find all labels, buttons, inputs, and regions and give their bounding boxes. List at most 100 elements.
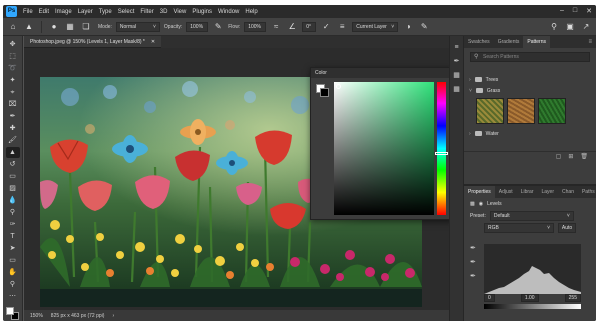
share-icon[interactable]: ↗ xyxy=(580,21,592,33)
saturation-brightness-field[interactable] xyxy=(334,82,434,215)
healing-icon[interactable]: ✚ xyxy=(6,123,20,134)
menu-filter[interactable]: Filter xyxy=(137,9,156,15)
pattern-group-grass[interactable]: ˅ Grass xyxy=(464,85,596,96)
tool-preset-icon[interactable]: ▲ xyxy=(23,21,35,33)
shape-icon[interactable]: ▭ xyxy=(6,255,20,266)
hue-slider[interactable] xyxy=(437,82,446,215)
brush-settings-icon[interactable]: ▦ xyxy=(64,21,76,33)
picker-background-swatch[interactable] xyxy=(320,88,329,97)
object-select-icon[interactable]: ✦ xyxy=(6,75,20,86)
input-gamma[interactable]: 1.00 xyxy=(520,294,539,302)
tab-channels[interactable]: Chan xyxy=(558,186,578,198)
zoom-icon[interactable]: ⚲ xyxy=(6,279,20,290)
more-icon[interactable]: ⋯ xyxy=(6,291,20,302)
menu-help[interactable]: Help xyxy=(242,9,260,15)
pattern-thumb[interactable] xyxy=(476,98,504,124)
gray-point-eyedropper-icon[interactable]: ✒ xyxy=(470,258,476,266)
foreground-color-swatch[interactable] xyxy=(5,307,14,315)
adjust-icon[interactable]: ▦ xyxy=(453,71,460,79)
crop-icon[interactable]: ⌖ xyxy=(6,87,20,98)
marquee-icon[interactable]: ⬚ xyxy=(6,51,20,62)
dodge-icon[interactable]: ⚲ xyxy=(6,207,20,218)
grid-icon[interactable]: ▦ xyxy=(453,85,460,93)
sample-dropdown[interactable]: Current Layer ˅ xyxy=(352,21,399,32)
tab-patterns[interactable]: Patterns xyxy=(523,36,550,48)
close-tab-icon[interactable]: ✕ xyxy=(151,39,155,45)
menu-layer[interactable]: Layer xyxy=(75,9,96,15)
tab-gradients[interactable]: Gradients xyxy=(494,36,524,48)
input-white[interactable]: 255 xyxy=(564,294,581,302)
chevron-down-icon[interactable]: ˅ xyxy=(469,88,472,94)
stamp-icon[interactable]: ▲ xyxy=(5,147,20,158)
menu-file[interactable]: File xyxy=(20,9,36,15)
menu-type[interactable]: Type xyxy=(96,9,115,15)
path-select-icon[interactable]: ➤ xyxy=(6,243,20,254)
airbrush-icon[interactable]: ≈ xyxy=(270,21,282,33)
opacity-field[interactable]: 100% xyxy=(186,21,209,32)
menu-icon[interactable]: ≡ xyxy=(454,44,458,51)
new-group-icon[interactable]: ▢ xyxy=(556,153,562,160)
color-swatches[interactable] xyxy=(5,307,20,321)
menu-3d[interactable]: 3D xyxy=(157,9,171,15)
tab-paths[interactable]: Paths xyxy=(578,186,596,198)
maximize-icon[interactable]: □ xyxy=(573,7,577,15)
channel-dropdown[interactable]: RGB ˅ xyxy=(484,223,554,233)
zoom-level[interactable]: 150% xyxy=(30,313,43,319)
pen-icon[interactable]: ✑ xyxy=(6,219,20,230)
menu-window[interactable]: Window xyxy=(215,9,242,15)
history-brush-icon[interactable]: ↺ xyxy=(6,159,20,170)
tab-layers[interactable]: Layer xyxy=(538,186,559,198)
clone-source-icon[interactable]: ❏ xyxy=(80,21,92,33)
brush-icon[interactable]: 🖌 xyxy=(6,135,20,146)
close-icon[interactable]: ✕ xyxy=(586,7,592,15)
tab-adjust[interactable]: Adjust xyxy=(495,186,517,198)
output-levels-gradient[interactable] xyxy=(484,304,581,309)
tab-swatches[interactable]: Swatches xyxy=(464,36,494,48)
menu-image[interactable]: Image xyxy=(52,9,75,15)
pressure-size-icon[interactable]: ✎ xyxy=(418,21,430,33)
pattern-group-water[interactable]: › Water xyxy=(464,128,596,139)
document-tab[interactable]: Photoshop.jpeg @ 150% (Levels 1, Layer M… xyxy=(24,36,162,48)
chevron-right-icon[interactable]: › xyxy=(469,77,471,83)
pattern-thumb[interactable] xyxy=(507,98,535,124)
aligned-icon[interactable]: ✓ xyxy=(320,21,332,33)
workspace-icon[interactable]: ▣ xyxy=(564,21,576,33)
ignore-adjustments-icon[interactable]: ◑ xyxy=(402,21,414,33)
gradient-icon[interactable]: ▨ xyxy=(6,183,20,194)
menu-plugins[interactable]: Plugins xyxy=(189,9,215,15)
minimize-icon[interactable]: – xyxy=(560,7,564,15)
pattern-thumb[interactable] xyxy=(538,98,566,124)
preset-dropdown[interactable]: Default ˅ xyxy=(489,211,574,221)
search-patterns-input[interactable]: ⚲ Search Patterns xyxy=(470,52,590,62)
frame-icon[interactable]: ⌧ xyxy=(6,99,20,110)
trash-icon[interactable]: 🗑 xyxy=(580,153,588,160)
panel-menu-icon[interactable]: ≡ xyxy=(588,39,596,45)
chevron-right-icon[interactable]: › xyxy=(112,313,114,319)
menu-select[interactable]: Select xyxy=(115,9,138,15)
mode-dropdown[interactable]: Normal ˅ xyxy=(115,21,160,32)
menu-view[interactable]: View xyxy=(170,9,189,15)
brush-icon[interactable]: ✒ xyxy=(454,57,460,65)
hand-icon[interactable]: ✋ xyxy=(6,267,20,278)
mask-icon[interactable]: ◉ xyxy=(479,201,483,207)
lasso-icon[interactable]: ➰ xyxy=(6,63,20,74)
type-icon[interactable]: T xyxy=(6,231,20,242)
tab-properties[interactable]: Properties xyxy=(464,186,495,198)
chevron-right-icon[interactable]: › xyxy=(469,131,471,137)
home-icon[interactable]: ⌂ xyxy=(7,21,19,33)
brush-preset-icon[interactable]: ● xyxy=(48,21,60,33)
black-point-eyedropper-icon[interactable]: ✒ xyxy=(470,244,476,252)
flow-field[interactable]: 100% xyxy=(244,21,267,32)
eraser-icon[interactable]: ▭ xyxy=(6,171,20,182)
angle-field[interactable]: 0° xyxy=(302,21,317,32)
auto-button[interactable]: Auto xyxy=(558,223,576,233)
menu-edit[interactable]: Edit xyxy=(36,9,52,15)
search-icon[interactable]: ⚲ xyxy=(548,21,560,33)
eyedropper-icon[interactable]: ✒ xyxy=(6,111,20,122)
tab-libraries[interactable]: Librar xyxy=(517,186,538,198)
new-pattern-icon[interactable]: ⊞ xyxy=(568,153,573,160)
input-black[interactable]: 0 xyxy=(484,294,495,302)
blur-icon[interactable]: 💧 xyxy=(6,195,20,206)
pressure-opacity-icon[interactable]: ✎ xyxy=(212,21,224,33)
hue-slider-handle[interactable] xyxy=(435,152,448,155)
